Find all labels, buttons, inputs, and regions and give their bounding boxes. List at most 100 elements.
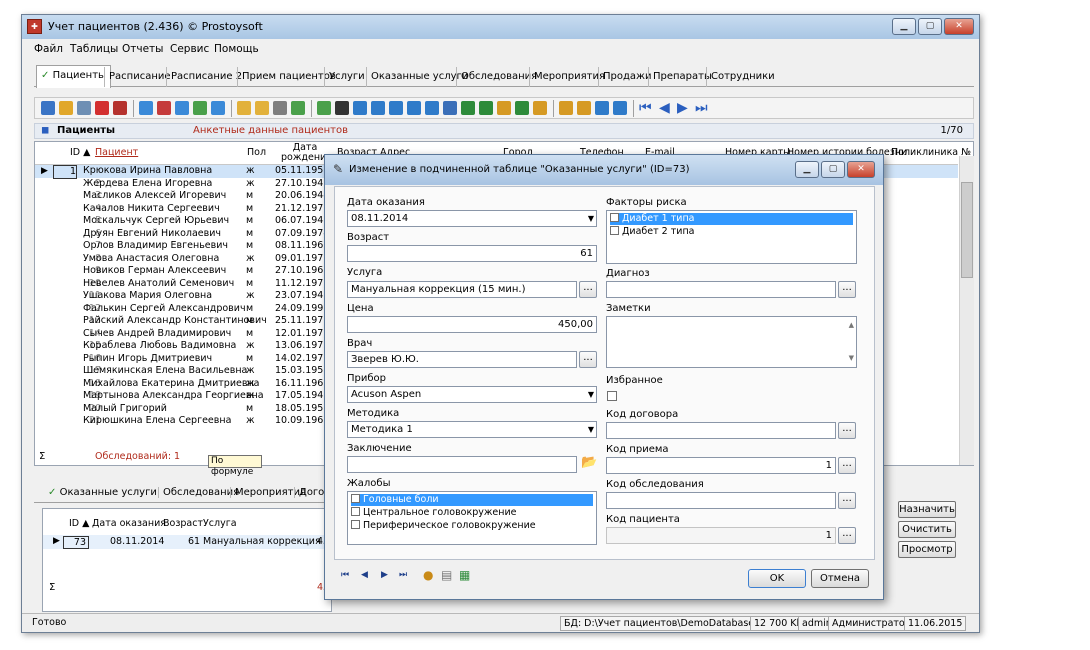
minimize-button[interactable]: ▁ — [892, 18, 916, 35]
sub-col-service[interactable]: Услуга — [203, 518, 237, 529]
menu-tables[interactable]: Таблицы — [70, 43, 118, 55]
complaint-item[interactable]: Периферическое головокружение — [351, 520, 536, 532]
columns-icon[interactable] — [613, 101, 627, 115]
sub-col-date[interactable]: Дата оказания — [92, 518, 166, 529]
assign-button[interactable]: Назначить — [898, 501, 956, 518]
menu-file[interactable]: Файл — [34, 43, 63, 55]
last-record-icon[interactable]: ⏭ — [695, 100, 708, 116]
diagnosis-field[interactable] — [606, 281, 836, 298]
search-icon[interactable] — [291, 101, 305, 115]
print-icon[interactable] — [407, 101, 421, 115]
edit-icon[interactable] — [59, 101, 73, 115]
risk-item[interactable]: Диабет 1 типа — [610, 213, 853, 225]
grid-icon[interactable] — [595, 101, 609, 115]
filter-edit-icon[interactable] — [175, 101, 189, 115]
dialog-prev-icon[interactable]: ◀ — [361, 570, 368, 580]
group-icon[interactable] — [255, 101, 269, 115]
filter-icon[interactable] — [139, 101, 153, 115]
maximize-button[interactable]: ▢ — [918, 18, 942, 35]
calc-icon[interactable] — [515, 101, 529, 115]
conclusion-field[interactable] — [347, 456, 577, 473]
tab-schedule[interactable]: Расписание — [104, 67, 175, 87]
filter-clear-icon[interactable] — [157, 101, 171, 115]
list-icon[interactable] — [577, 101, 591, 115]
complaints-list[interactable]: Головные боли Центральное головокружение… — [347, 491, 597, 545]
view-button[interactable]: Просмотр — [898, 541, 956, 558]
filter-select-icon[interactable] — [211, 101, 225, 115]
prev-record-icon[interactable]: ◀ — [659, 100, 670, 116]
col-header-dob[interactable]: Дата рождения — [281, 143, 332, 165]
notes-field[interactable]: ▲ ▼ — [606, 316, 857, 368]
checkbox[interactable] — [351, 520, 360, 529]
contract-picker-button[interactable]: ... — [838, 422, 856, 439]
refresh-icon[interactable] — [317, 101, 331, 115]
grid-horizontal-scrollbar[interactable] — [39, 462, 119, 468]
dialog-close-button[interactable]: ✕ — [847, 161, 875, 178]
dialog-maximize-button[interactable]: ▢ — [821, 161, 845, 178]
report-icon[interactable] — [389, 101, 403, 115]
scroll-up-icon[interactable]: ▲ — [849, 318, 854, 333]
exam-code-field[interactable] — [606, 492, 836, 509]
binoculars-icon[interactable] — [335, 101, 349, 115]
service-field[interactable]: Мануальная коррекция (15 мин.) — [347, 281, 577, 298]
reception-picker-button[interactable]: ... — [838, 457, 856, 474]
checkbox[interactable] — [610, 226, 619, 235]
scroll-thumb[interactable] — [961, 182, 973, 278]
filter-apply-icon[interactable] — [193, 101, 207, 115]
import-icon[interactable] — [559, 101, 573, 115]
export-icon[interactable] — [425, 101, 439, 115]
dialog-first-icon[interactable]: ⏮ — [341, 570, 349, 580]
chart-icon[interactable] — [497, 101, 511, 115]
checkbox[interactable] — [610, 213, 619, 222]
device-select[interactable]: Acuson Aspen ▼ — [347, 386, 597, 403]
contract-field[interactable] — [606, 422, 836, 439]
tab-patients[interactable]: ✓ Пациенты — [36, 65, 111, 88]
age-field[interactable]: 61 — [347, 245, 597, 262]
tab-sales[interactable]: Продажи — [598, 67, 656, 87]
doctor-field[interactable]: Зверев Ю.Ю. — [347, 351, 577, 368]
complaint-item[interactable]: Центральное головокружение — [351, 507, 517, 519]
service-picker-button[interactable]: ... — [579, 281, 597, 298]
diagnosis-picker-button[interactable]: ... — [838, 281, 856, 298]
dialog-web-icon[interactable]: ● — [423, 568, 433, 582]
checkbox[interactable] — [351, 507, 360, 516]
dialog-last-icon[interactable]: ⏭ — [399, 570, 407, 580]
checkbox[interactable] — [351, 494, 360, 503]
ok-button[interactable]: OK — [748, 569, 806, 588]
find-icon[interactable] — [353, 101, 367, 115]
doctor-picker-button[interactable]: ... — [579, 351, 597, 368]
tab-schedule-2[interactable]: Расписание 2 — [166, 67, 246, 87]
excel-icon[interactable] — [461, 101, 475, 115]
first-record-icon[interactable]: ⏮ — [639, 100, 652, 116]
reception-field[interactable]: 1 — [606, 457, 836, 474]
excel-export-icon[interactable] — [479, 101, 493, 115]
next-record-icon[interactable]: ▶ — [677, 100, 688, 116]
clear-button[interactable]: Очистить — [898, 521, 956, 538]
scroll-down-icon[interactable]: ▼ — [849, 351, 854, 366]
dropdown-arrow-icon[interactable]: ▼ — [588, 211, 594, 226]
subgrid-row[interactable]: ▶ 73 08.11.2014 61 Мануальная коррекция … — [43, 535, 331, 549]
complaint-item[interactable]: Головные боли — [351, 494, 593, 506]
cancel-button[interactable]: Отмена — [811, 569, 869, 588]
favorite-checkbox[interactable] — [607, 391, 617, 401]
dialog-settings-icon[interactable]: ▤ — [441, 568, 452, 582]
patient-picker-button[interactable]: ... — [838, 527, 856, 544]
add-icon[interactable] — [41, 101, 55, 115]
tab-staff[interactable]: Сотрудники — [706, 67, 779, 87]
delete-icon[interactable] — [95, 101, 109, 115]
sub-col-age[interactable]: Возраст — [163, 518, 203, 529]
copy-icon[interactable] — [77, 101, 91, 115]
services-subgrid[interactable]: ID ▲ Дата оказания Возраст Услуга ▶ 73 0… — [42, 508, 332, 612]
menu-service[interactable]: Сервис — [170, 43, 209, 55]
menu-reports[interactable]: Отчеты — [122, 43, 163, 55]
table-icon[interactable] — [113, 101, 127, 115]
sql-icon[interactable] — [273, 101, 287, 115]
grid-vertical-scrollbar[interactable] — [959, 156, 974, 465]
sort-icon[interactable] — [237, 101, 251, 115]
sub-col-id[interactable]: ID ▲ — [69, 518, 89, 529]
dialog-minimize-button[interactable]: ▁ — [795, 161, 819, 178]
dialog-table-icon[interactable]: ▦ — [459, 568, 470, 582]
exam-picker-button[interactable]: ... — [838, 492, 856, 509]
tab-detail-services[interactable]: ✓ Оказанные услуги — [44, 487, 161, 498]
preview-icon[interactable] — [371, 101, 385, 115]
